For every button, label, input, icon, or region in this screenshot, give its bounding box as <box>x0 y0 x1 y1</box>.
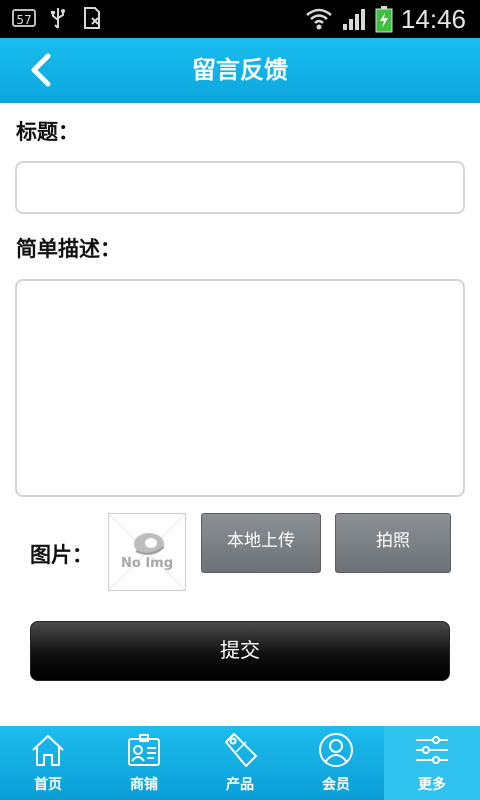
nav-item-member[interactable]: 会员 <box>288 726 384 800</box>
sim-card-icon <box>84 7 100 29</box>
status-bar: 57 14:46 <box>0 0 480 38</box>
nav-item-home[interactable]: 首页 <box>0 726 96 800</box>
no-image-text: No Img <box>120 556 174 571</box>
nav-label-member: 会员 <box>322 777 350 793</box>
nav-label-more: 更多 <box>418 777 446 793</box>
description-textarea[interactable] <box>15 279 465 497</box>
sliders-icon <box>416 736 448 764</box>
title-label: 标题： <box>16 120 79 144</box>
status-right: 14:46 <box>305 4 466 34</box>
image-preview[interactable]: No Img <box>108 513 186 591</box>
submit-button[interactable]: 提交 <box>30 621 450 681</box>
user-icon <box>319 733 353 767</box>
home-icon <box>32 735 64 766</box>
signal-icon <box>342 9 365 30</box>
nav-label-shop: 商铺 <box>130 777 158 793</box>
clock: 14:46 <box>400 4 466 34</box>
nav-item-more[interactable]: 更多 <box>384 726 480 800</box>
title-bar: 留言反馈 <box>0 38 480 103</box>
battery-charging-icon <box>375 6 393 33</box>
title-input[interactable] <box>15 161 465 214</box>
nav-label-products: 产品 <box>226 777 254 793</box>
usb-icon <box>51 8 65 29</box>
no-image-placeholder-icon <box>109 514 185 590</box>
notification-count-badge: 57 <box>12 9 36 27</box>
sale-tag-icon <box>225 733 257 767</box>
nav-item-products[interactable]: 产品 <box>192 726 288 800</box>
description-label: 简单描述： <box>16 237 121 261</box>
bottom-nav: 首页 商铺 产品 会员 更多 <box>0 726 480 800</box>
status-left: 57 <box>12 6 104 30</box>
shop-card-icon <box>128 734 160 766</box>
wifi-icon <box>306 8 332 30</box>
nav-label-home: 首页 <box>34 777 62 793</box>
nav-item-shop[interactable]: 商铺 <box>96 726 192 800</box>
image-label: 图片： <box>30 543 93 567</box>
page-title: 留言反馈 <box>192 56 288 84</box>
upload-local-button[interactable]: 本地上传 <box>201 513 321 573</box>
take-photo-button[interactable]: 拍照 <box>335 513 451 573</box>
